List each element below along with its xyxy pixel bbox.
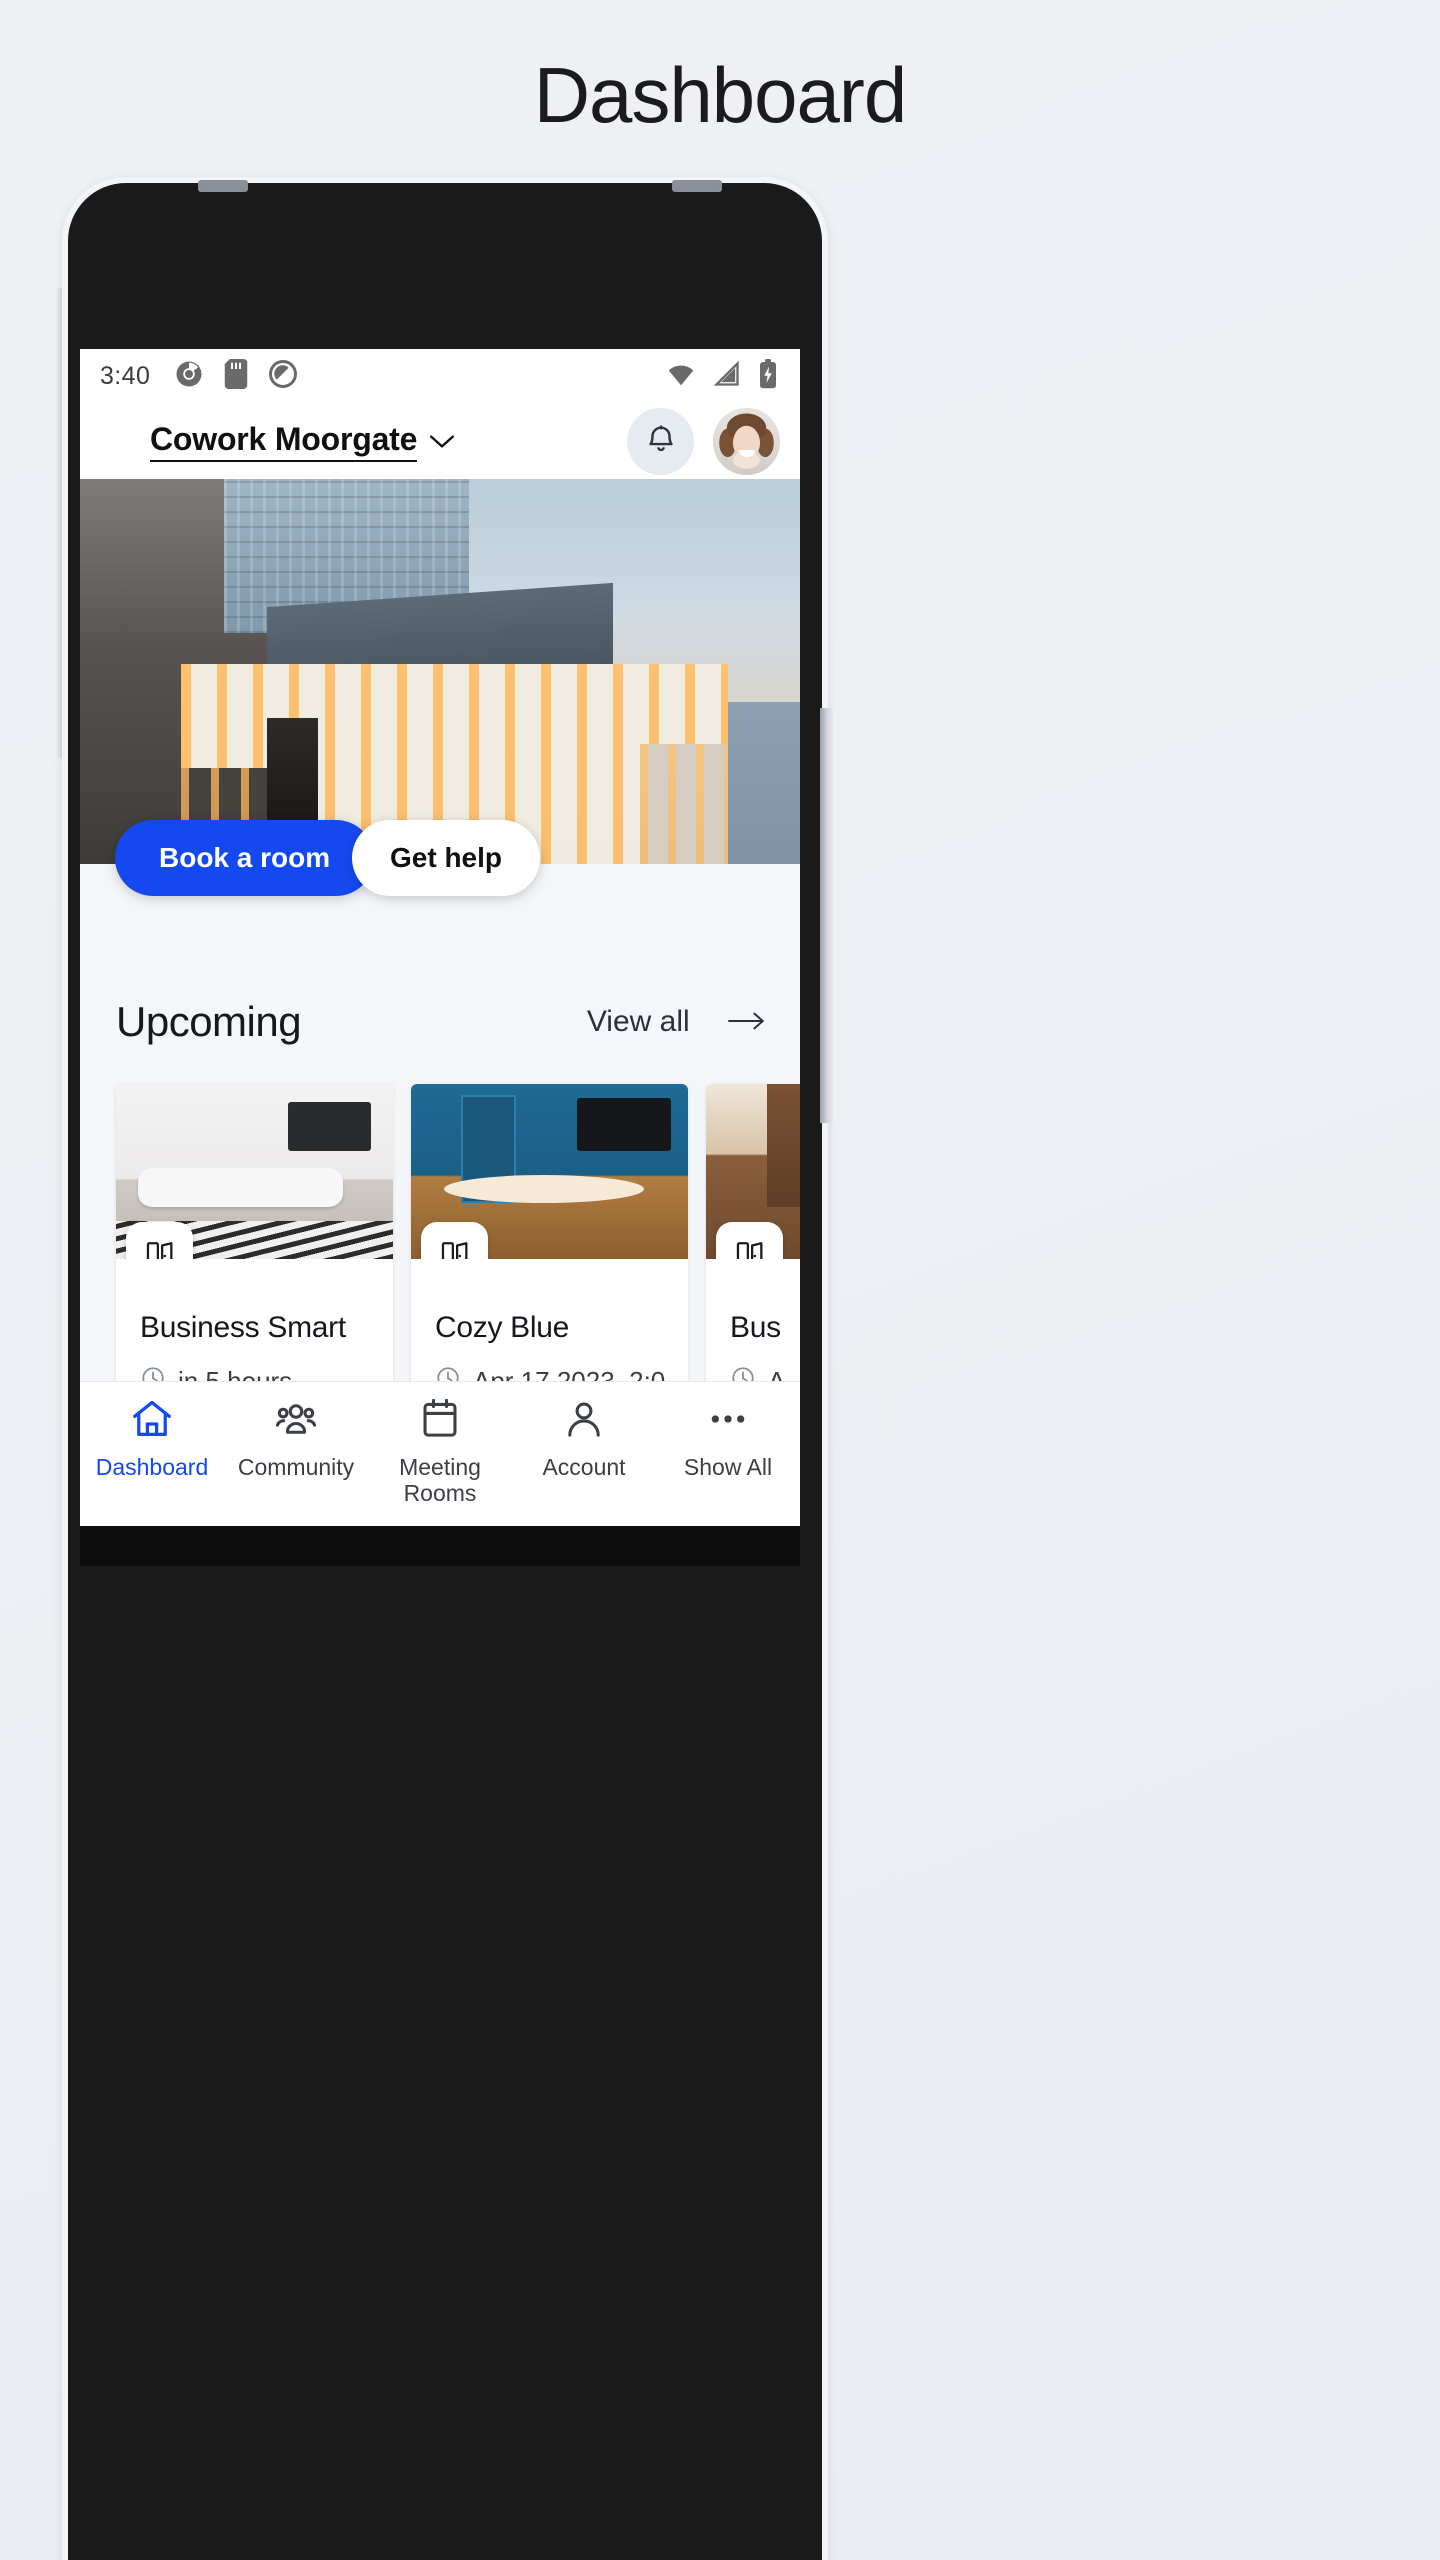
nav-item-dashboard[interactable]: Dashboard — [80, 1396, 224, 1481]
phone-top-nub-left — [198, 180, 248, 192]
card-image — [116, 1084, 393, 1259]
book-a-room-button[interactable]: Book a room — [115, 820, 375, 896]
wifi-icon — [666, 359, 696, 394]
nav-item-label: Account — [542, 1454, 626, 1480]
status-bar-right-icons — [666, 358, 778, 394]
nav-item-account[interactable]: Account — [512, 1396, 656, 1481]
nav-item-label: Community — [237, 1454, 355, 1480]
sd-card-icon — [224, 358, 248, 394]
venue-selector[interactable]: Cowork Moorgate — [150, 421, 455, 462]
status-bar-left-icons — [174, 358, 298, 394]
card-image-tv — [577, 1098, 672, 1151]
person-icon — [561, 1396, 607, 1447]
card-title: Cozy Blue — [435, 1311, 570, 1344]
screenshot-root: Dashboard 3:40 Cowork Moorgate Book a ro… — [0, 0, 1440, 2560]
hero-building-main-right-wing — [640, 743, 728, 864]
avatar-image — [713, 407, 780, 475]
view-all-button[interactable]: View all — [587, 1005, 766, 1039]
page-title: Dashboard — [533, 51, 908, 139]
nav-item-label: Show All — [683, 1454, 773, 1480]
card-title: Business Smart — [140, 1311, 346, 1344]
ellipsis-icon — [705, 1396, 751, 1447]
do-not-disturb-icon — [268, 359, 298, 394]
quick-actions: Book a room Get help — [80, 820, 800, 946]
arrow-right-icon — [728, 1011, 766, 1031]
battery-charging-icon — [758, 358, 778, 394]
app-bar: Cowork Moorgate — [80, 403, 800, 479]
card-image-table — [444, 1175, 644, 1203]
status-bar-time: 3:40 — [100, 361, 151, 390]
home-icon — [129, 1396, 175, 1447]
card-image — [706, 1084, 800, 1259]
cellular-signal-icon — [713, 359, 741, 394]
card-image — [411, 1084, 688, 1259]
avatar[interactable] — [713, 407, 780, 475]
nav-item-label: Dashboard — [95, 1454, 209, 1480]
card-image-tv — [287, 1101, 371, 1151]
upcoming-title: Upcoming — [116, 998, 302, 1045]
phone-top-nub-right — [672, 180, 722, 192]
phone-screen-chin — [80, 1526, 800, 1566]
hero-image — [80, 479, 800, 864]
meeting-room-door-icon — [716, 1222, 783, 1259]
phone-screen: 3:40 Cowork Moorgate Book a room Get hel… — [80, 349, 800, 1526]
view-all-label: View all — [586, 1005, 690, 1038]
nav-item-show-all[interactable]: Show All — [656, 1396, 800, 1481]
meeting-room-door-icon — [126, 1222, 193, 1259]
get-help-button[interactable]: Get help — [352, 820, 541, 896]
meeting-room-door-icon — [421, 1222, 488, 1259]
card-image-panel — [766, 1084, 800, 1207]
people-icon — [273, 1396, 319, 1447]
shutter-icon — [174, 359, 204, 394]
nav-item-meeting-rooms[interactable]: Meeting Rooms — [368, 1396, 512, 1507]
card-title: Bus — [730, 1311, 781, 1344]
notifications-button[interactable] — [627, 407, 694, 475]
bell-icon — [644, 422, 678, 461]
upcoming-header: Upcoming View all — [80, 998, 800, 1046]
nav-item-label: Meeting Rooms — [399, 1454, 481, 1506]
status-bar: 3:40 — [80, 349, 800, 403]
nav-item-community[interactable]: Community — [224, 1396, 368, 1481]
calendar-icon — [417, 1396, 463, 1447]
bottom-navigation: Dashboard Community Meeting Rooms Accoun… — [80, 1381, 800, 1526]
venue-name: Cowork Moorgate — [150, 421, 417, 462]
phone-side-button-right-lower — [820, 863, 836, 1123]
chevron-down-icon — [429, 434, 455, 455]
